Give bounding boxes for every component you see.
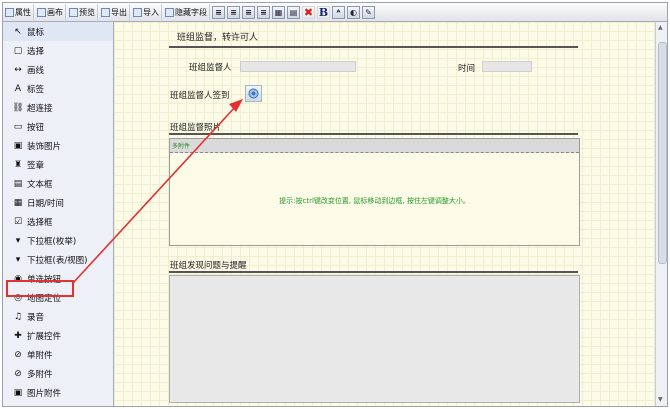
form-designer-window: 属性 画布 预览 导出 导入 隐藏字段 ≡ ≡ ≡ ≡ ▦ ▤ ✖ B ᴬ ◐ …	[2, 2, 668, 407]
annotation-arrow	[72, 99, 243, 284]
